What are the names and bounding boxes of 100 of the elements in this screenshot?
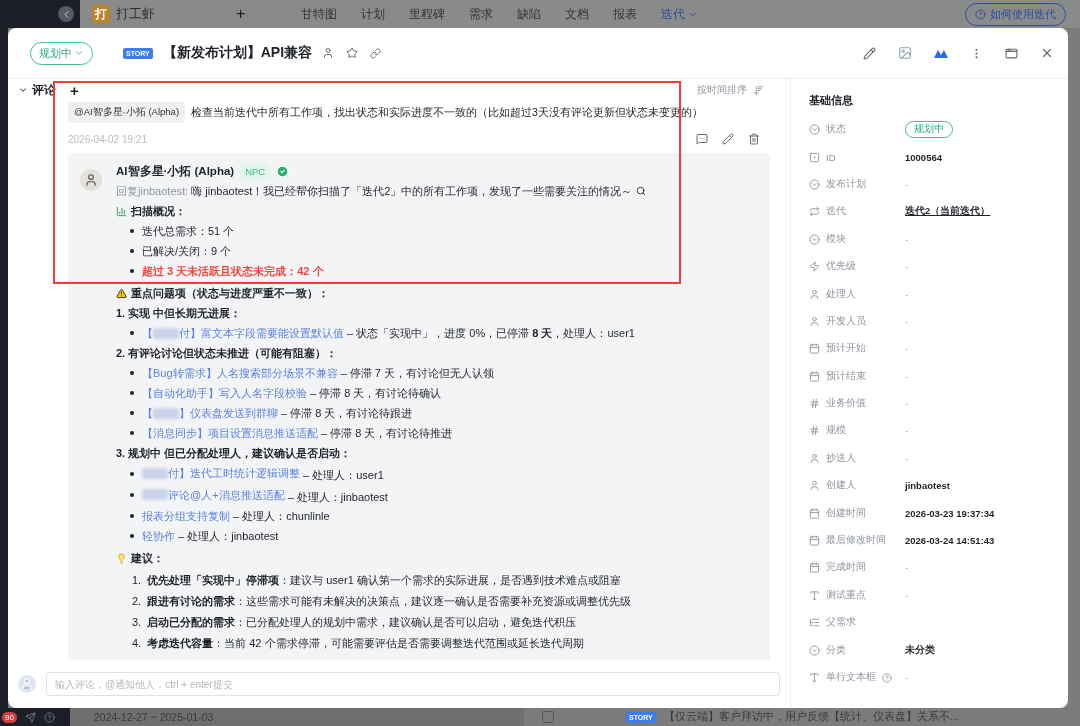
bullet-icon — [130, 493, 134, 498]
bullet-icon — [130, 411, 134, 415]
issue-text: 付】迭代工时统计逻辑调整 – 处理人：user1 — [142, 463, 384, 485]
send-icon[interactable] — [24, 711, 36, 723]
nav-tab[interactable]: 里程碑 — [397, 5, 458, 23]
field-label: 业务价值 — [826, 397, 866, 411]
sort-icon — [753, 84, 764, 96]
modal-title: 【新发布计划】API兼容 — [162, 44, 313, 62]
suggestion-text: 2. 跟进有讨论的需求：这些需求可能有未解决的决策点，建议逐一确认是否需要补充资源或调整优先级 — [132, 594, 632, 609]
field-input[interactable]: - — [905, 341, 1025, 356]
window-icon[interactable] — [1005, 46, 1018, 60]
app-logo: 打 — [92, 5, 110, 23]
field-icon — [809, 672, 820, 683]
field-input[interactable]: - — [905, 670, 1025, 685]
section-heading: 扫描概况： — [131, 204, 186, 219]
field-input[interactable]: - — [905, 369, 1025, 384]
help-icon[interactable] — [43, 711, 55, 723]
section-heading: 重点问题项（状态与进度严重不一致）： — [131, 286, 329, 301]
field-input[interactable]: - — [905, 424, 1025, 438]
field-label: 创建人 — [826, 479, 856, 493]
field-icon — [809, 562, 820, 574]
sort-button[interactable]: 按时间排序 — [697, 83, 764, 97]
field-icon — [809, 617, 820, 629]
field-input[interactable]: - — [905, 451, 1025, 466]
user-icon[interactable] — [322, 47, 335, 59]
mention-chip[interactable]: @AI智多星·小拓 (Alpha) — [68, 102, 186, 123]
add-button[interactable]: + — [236, 5, 246, 23]
field-icon — [809, 151, 820, 163]
field-input[interactable]: - — [905, 259, 1025, 274]
bullet-icon — [130, 249, 134, 253]
field-icon — [809, 425, 820, 437]
issue-link[interactable]: 评论@人+消息推送适配 — [142, 484, 285, 505]
field-value: 未分类 — [905, 643, 935, 657]
collapse-button[interactable] — [58, 6, 74, 22]
edit-icon[interactable] — [863, 46, 876, 60]
field-icon — [809, 589, 820, 601]
issue-link[interactable]: 【 】仪表盘发送到群聊 — [142, 403, 278, 423]
issue-text: 【 付】富文本字段需要能设置默认值 – 状态「实现中」，进度 0%，已停滞 8 天，处理人：user1 — [142, 323, 635, 343]
lightbulb-icon — [116, 552, 127, 564]
suggestion-text: 1. 优先处理「实现中」停滞项：建议与 user1 确认第一个需求的实际进展，是否遇到技术难点或阻塞 — [132, 573, 621, 588]
field-value: jinbaotest — [905, 480, 950, 492]
field-icon — [809, 178, 820, 190]
field-icon — [809, 288, 820, 300]
nav-tab[interactable]: 迭代 — [649, 5, 711, 23]
nav-tab[interactable]: 计划 — [349, 5, 398, 23]
field-label: 最后修改时间 — [826, 534, 886, 548]
logo-icon[interactable] — [934, 48, 948, 58]
field-input[interactable]: - — [905, 287, 1025, 302]
field-label: 预计开始 — [826, 342, 866, 356]
bullet-icon — [130, 371, 134, 375]
row-checkbox[interactable] — [542, 711, 554, 723]
delete-icon[interactable] — [748, 133, 760, 145]
issue-link[interactable]: 轻协作 — [142, 526, 175, 546]
field-value: 2026-03-24 14:51:43 — [905, 535, 995, 547]
bullet-icon — [130, 391, 134, 395]
field-input[interactable]: - — [905, 588, 1025, 603]
nav-tab[interactable]: 甘特图 — [289, 5, 350, 23]
edit-icon[interactable] — [722, 133, 734, 145]
product-name: 打工虾 — [116, 5, 156, 23]
field-link[interactable]: 迭代2（当前迭代） — [905, 205, 991, 219]
field-label: 迭代 — [826, 205, 846, 219]
caret-icon[interactable] — [18, 85, 28, 95]
search-icon — [636, 186, 647, 196]
star-icon[interactable] — [346, 47, 359, 59]
field-icon — [809, 644, 820, 656]
issue-text: 报表分组支持复制 – 处理人：chunlinle — [142, 506, 330, 526]
issue-link[interactable]: 【Bug转需求】人名搜索部分场景不兼容 — [142, 363, 338, 383]
nav-tab[interactable]: 报表 — [601, 5, 650, 23]
group-title: 1. 实现 中但长期无进展： — [116, 306, 242, 321]
field-input[interactable]: - — [905, 314, 1025, 329]
caret-icon — [74, 48, 84, 58]
npc-tag: NPC — [240, 162, 271, 180]
close-icon[interactable] — [1040, 46, 1054, 60]
row-title: 【仅云端】客户拜访中，用户反馈【统计、仪表盘】关系不... — [663, 710, 959, 724]
avatar-icon — [80, 169, 102, 191]
issue-link[interactable]: 报表分组支持复制 — [142, 506, 230, 526]
field-input[interactable]: - — [905, 560, 1025, 575]
status-dropdown[interactable]: 规划中 — [30, 41, 93, 65]
bullet-icon — [130, 514, 134, 518]
field-icon — [809, 398, 820, 410]
summary-item: 超过 3 天未活跃且状态未完成：42 个 — [142, 264, 324, 279]
issue-link[interactable]: 【消息同步】项目设置消息推送适配 — [142, 423, 318, 443]
warning-icon — [116, 287, 127, 299]
field-input[interactable]: - — [905, 232, 1025, 247]
field-label: 规模 — [826, 424, 846, 438]
issue-link[interactable]: 付】迭代工时统计逻辑调整 — [142, 463, 300, 483]
issue-link[interactable]: 【 付】富文本字段需要能设置默认值 — [142, 323, 344, 343]
nav-tab[interactable]: 文档 — [553, 5, 602, 23]
field-input[interactable]: - — [905, 396, 1025, 411]
issue-text: 【消息同步】项目设置消息推送适配 – 停滞 8 天，有讨论待推进 — [142, 423, 453, 443]
comment-input[interactable]: 输入评论，@通知他人，ctrl + enter提交 — [46, 672, 780, 696]
issue-link[interactable]: 【自动化助手】写入人名字段校验 — [142, 383, 307, 403]
add-comment-button[interactable]: + — [70, 82, 79, 98]
nav-tab[interactable]: 缺陷 — [505, 5, 554, 23]
nav-tab[interactable]: 需求 — [457, 5, 506, 23]
field-label: ID — [826, 151, 836, 163]
field-label: 模块 — [826, 232, 846, 246]
reply-icon[interactable] — [696, 133, 708, 145]
field-input[interactable]: - — [905, 177, 1025, 192]
link-icon[interactable] — [370, 47, 382, 59]
